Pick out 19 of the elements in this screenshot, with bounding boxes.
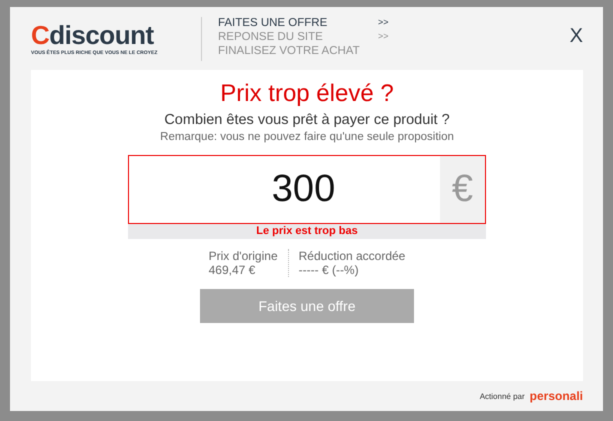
step-arrow: >> (378, 31, 389, 43)
price-field[interactable]: 300 € (128, 154, 486, 224)
title: Prix trop élevé ? (220, 80, 394, 108)
price-label: Prix d'origine (208, 248, 278, 263)
footer-text: Actionné par (480, 392, 525, 401)
price-label: Réduction accordée (298, 248, 406, 263)
step-arrow: >> (378, 17, 389, 29)
price-value: ----- € (--%) (298, 262, 360, 277)
brand-logo: personali (530, 389, 583, 404)
currency-label: € (440, 156, 485, 223)
question: Combien êtes vous prêt à payer ce produit ? (164, 112, 450, 128)
close-button[interactable]: X (570, 25, 583, 48)
logo-text: Cdiscount (31, 20, 155, 50)
price-value: 469,47 € (208, 262, 256, 277)
error-message: Le prix est trop bas (128, 224, 486, 239)
remark: Remarque: vous ne pouvez faire qu'une seule proposition (160, 130, 454, 143)
step-label: FAITES UNE OFFRE (218, 17, 328, 29)
step-label: REPONSE DU SITE (218, 31, 324, 43)
step-label: FINALISEZ VOTRE ACHAT (218, 45, 361, 57)
